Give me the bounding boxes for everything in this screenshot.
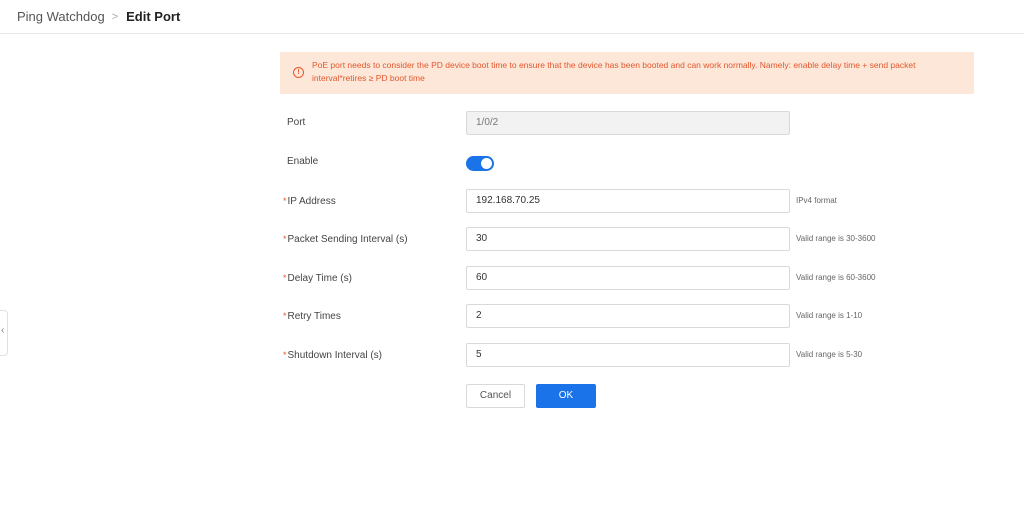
required-asterisk-icon: * [283, 311, 287, 321]
required-asterisk-icon: * [283, 273, 287, 283]
ip-address-label: *IP Address [283, 196, 336, 207]
packet-interval-input[interactable]: 30 [466, 227, 790, 251]
chevron-left-icon: ‹ [1, 325, 5, 336]
packet-interval-label: *Packet Sending Interval (s) [283, 234, 408, 245]
port-field: 1/0/2 [466, 111, 790, 135]
ip-address-row: *IP Address 192.168.70.25 IPv4 format [280, 189, 980, 213]
required-asterisk-icon: * [283, 350, 287, 360]
page-header: Ping Watchdog > Edit Port [0, 0, 1024, 34]
packet-interval-hint: Valid range is 30-3600 [796, 234, 876, 243]
packet-interval-row: *Packet Sending Interval (s) 30 Valid ra… [280, 227, 980, 251]
breadcrumb-parent-link[interactable]: Ping Watchdog [17, 9, 105, 25]
ip-address-hint: IPv4 format [796, 196, 837, 205]
breadcrumb: Ping Watchdog > Edit Port [17, 9, 180, 25]
port-label: Port [287, 117, 306, 128]
shutdown-interval-hint: Valid range is 5-30 [796, 350, 863, 359]
enable-label: Enable [287, 156, 319, 167]
toggle-knob [481, 158, 492, 169]
retry-times-row: *Retry Times 2 Valid range is 1-10 [280, 304, 980, 328]
retry-times-hint: Valid range is 1-10 [796, 311, 863, 320]
cancel-button[interactable]: Cancel [466, 384, 525, 408]
required-asterisk-icon: * [283, 196, 287, 206]
delay-time-input[interactable]: 60 [466, 266, 790, 290]
enable-toggle[interactable] [466, 156, 494, 171]
ok-button[interactable]: OK [536, 384, 596, 408]
exclamation-circle-icon: ! [293, 67, 304, 78]
delay-time-label: *Delay Time (s) [283, 273, 352, 284]
retry-times-input[interactable]: 2 [466, 304, 790, 328]
shutdown-interval-input[interactable]: 5 [466, 343, 790, 367]
notice-text: PoE port needs to consider the PD device… [312, 60, 916, 83]
enable-row: Enable [280, 150, 980, 174]
shutdown-interval-label: *Shutdown Interval (s) [283, 350, 383, 361]
port-row: Port 1/0/2 [280, 111, 980, 135]
breadcrumb-separator-icon: > [111, 11, 119, 23]
poe-notice-banner: ! PoE port needs to consider the PD devi… [280, 52, 974, 94]
shutdown-interval-row: *Shutdown Interval (s) 5 Valid range is … [280, 343, 980, 367]
retry-times-label: *Retry Times [283, 311, 341, 322]
sidebar-collapse-handle[interactable]: ‹ [0, 310, 8, 356]
page-title: Edit Port [126, 9, 181, 24]
ip-address-input[interactable]: 192.168.70.25 [466, 189, 790, 213]
required-asterisk-icon: * [283, 234, 287, 244]
delay-time-row: *Delay Time (s) 60 Valid range is 60-360… [280, 266, 980, 290]
delay-time-hint: Valid range is 60-3600 [796, 273, 876, 282]
